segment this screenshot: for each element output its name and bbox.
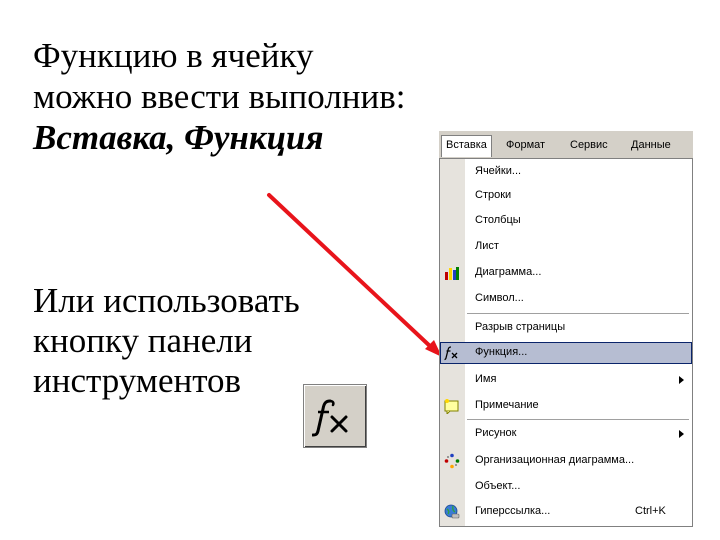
- menu-item-label: Имя: [475, 373, 497, 385]
- menu-insert[interactable]: Вставка: [441, 135, 492, 157]
- menu-item-sheet[interactable]: Лист: [440, 236, 692, 258]
- menu-item-label: Разрыв страницы: [475, 321, 566, 333]
- text-line: Функцию в ячейку: [33, 36, 314, 75]
- menu-item-hyperlink[interactable]: Гиперссылка... Ctrl+K: [440, 501, 692, 523]
- submenu-arrow-icon: [679, 376, 684, 384]
- alternative-text-block: Или использовать кнопку панели инструмен…: [33, 283, 300, 403]
- menu-item-function[interactable]: Функция...: [440, 342, 692, 364]
- menu-item-label: Ячейки...: [475, 165, 522, 177]
- menu-item-label: Лист: [475, 240, 499, 252]
- text-line: можно ввести выполнив:: [33, 77, 406, 116]
- menu-item-columns[interactable]: Столбцы: [440, 210, 692, 232]
- menu-tools[interactable]: Сервис: [566, 137, 612, 154]
- hyperlink-icon: [444, 504, 460, 519]
- chart-icon: [445, 267, 459, 280]
- menu-item-label: Символ...: [475, 292, 524, 304]
- menu-separator: [467, 313, 689, 314]
- menu-item-label: Объект...: [475, 480, 521, 492]
- submenu-arrow-icon: [679, 430, 684, 438]
- menu-bar: Вставка Формат Сервис Данные: [439, 131, 693, 159]
- instruction-text-block: Функцию в ячейку можно ввести выполнив: …: [33, 38, 406, 161]
- menu-item-label: Функция...: [475, 346, 528, 358]
- menu-item-label: Рисунок: [475, 427, 517, 439]
- menu-item-name[interactable]: Имя: [440, 369, 692, 391]
- menu-separator: [467, 419, 689, 420]
- function-fx-icon: [312, 399, 348, 437]
- menu-format[interactable]: Формат: [502, 137, 549, 154]
- text-line-bold: Вставка, Функция: [33, 118, 324, 157]
- menu-item-rows[interactable]: Строки: [440, 185, 692, 207]
- menu-item-cells[interactable]: Ячейки...: [440, 161, 692, 183]
- note-icon: [444, 399, 459, 414]
- menu-item-label: Строки: [475, 189, 512, 201]
- insert-function-toolbar-button[interactable]: [303, 384, 367, 448]
- excel-insert-menu: Вставка Формат Сервис Данные Ячейки... С…: [439, 131, 693, 527]
- menu-item-object[interactable]: Объект...: [440, 476, 692, 498]
- menu-item-picture[interactable]: Рисунок: [440, 423, 692, 445]
- text-line: Или использовать: [33, 281, 300, 320]
- function-icon: [444, 346, 458, 361]
- insert-dropdown: Ячейки... Строки Столбцы Лист Диаграмма.…: [439, 159, 693, 527]
- menu-item-page-break[interactable]: Разрыв страницы: [440, 317, 692, 339]
- menu-item-label: Организационная диаграмма...: [475, 454, 635, 466]
- menu-item-label: Столбцы: [475, 214, 521, 226]
- org-chart-icon: [444, 453, 460, 469]
- text-line: кнопку панели: [33, 321, 253, 360]
- menu-item-symbol[interactable]: Символ...: [440, 288, 692, 310]
- menu-item-chart[interactable]: Диаграмма...: [440, 262, 692, 284]
- menu-item-org-chart[interactable]: Организационная диаграмма...: [440, 450, 692, 472]
- menu-data[interactable]: Данные: [627, 137, 675, 154]
- menu-item-shortcut: Ctrl+K: [635, 505, 666, 517]
- menu-item-comment[interactable]: Примечание: [440, 395, 692, 417]
- menu-item-label: Гиперссылка...: [475, 505, 551, 517]
- text-line: инструментов: [33, 361, 242, 400]
- menu-item-label: Примечание: [475, 399, 539, 411]
- menu-item-label: Диаграмма...: [475, 266, 542, 278]
